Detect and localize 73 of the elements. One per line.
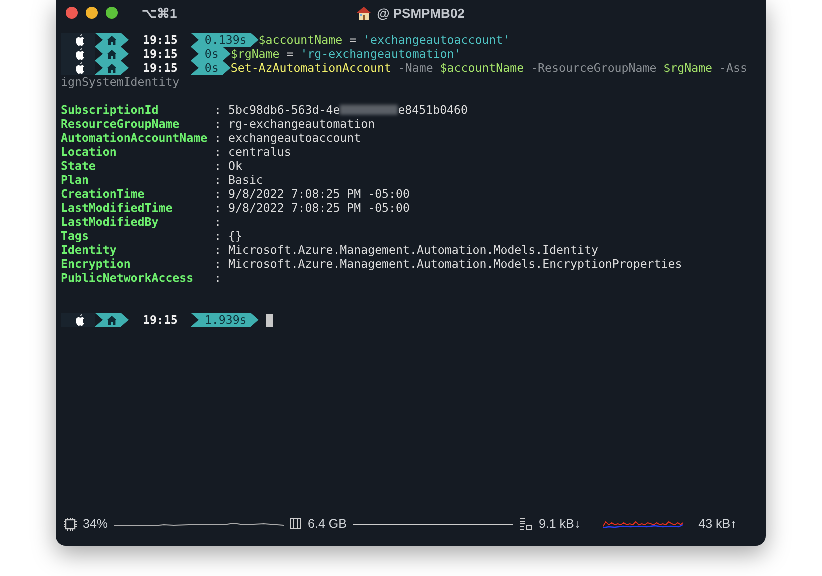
house-icon (357, 6, 372, 20)
apple-icon (75, 62, 85, 74)
property-name: State (61, 159, 97, 173)
property-name: Tags (61, 229, 90, 243)
property-colon: : (214, 243, 222, 257)
property-colon: : (214, 159, 222, 173)
home-icon (107, 316, 117, 324)
property-colon: : (214, 117, 222, 131)
property-name: CreationTime (61, 187, 146, 201)
apple-icon (75, 34, 85, 46)
property-value: centralus (228, 145, 292, 159)
minimize-button[interactable] (86, 7, 98, 19)
property-value: 9/8/2022 7:08:25 PM -05:00 (228, 187, 410, 201)
text-cursor (266, 314, 273, 326)
property-value: Basic (228, 173, 264, 187)
property-name: ResourceGroupName (61, 117, 181, 131)
cpu-usage: 34% (83, 517, 108, 531)
property-colon: : (214, 173, 222, 187)
network-icon (518, 518, 533, 530)
property-name: SubscriptionId (61, 103, 160, 117)
property-name: AutomationAccountName (61, 131, 209, 145)
property-value: exchangeautoaccount (228, 131, 362, 145)
redacted-text-block (340, 105, 398, 115)
zoom-button[interactable] (106, 7, 118, 19)
property-value: Microsoft.Azure.Management.Automation.Models.Identity (228, 243, 598, 257)
property-colon: : (214, 103, 222, 117)
prompt-time: 19:15 (142, 61, 179, 75)
tab-shortcut: ⌥⌘1 (142, 6, 178, 20)
property-colon: : (214, 145, 222, 159)
property-value: {} (228, 229, 242, 243)
property-value: rg-exchangeautomation (228, 117, 376, 131)
property-name: Identity (61, 243, 118, 257)
property-colon: : (214, 229, 222, 243)
apple-icon (75, 48, 85, 60)
duration-segment: 0s (190, 61, 231, 75)
command-text: $accountName = 'exchangeautoaccount' (258, 33, 510, 47)
property-value: 5bc98db6-563d-4e (228, 103, 340, 117)
memory-usage: 6.4 GB (308, 517, 347, 531)
property-value: Ok (228, 159, 242, 173)
command-text: Set-AzAutomationAccount -Name $accountName -ResourceGroupName $rgName -Ass (230, 61, 748, 75)
duration-segment: 0.139s (190, 33, 259, 47)
property-colon: : (214, 131, 222, 145)
property-value: Microsoft.Azure.Management.Automation.Models.EncryptionProperties (228, 257, 682, 271)
command-text: $rgName = 'rg-exchangeautomation' (230, 47, 462, 61)
property-value: e8451b0460 (398, 103, 468, 117)
property-name: Plan (61, 173, 90, 187)
prompt-time: 19:15 (142, 33, 179, 47)
apple-icon (75, 314, 85, 326)
download-rate: 9.1 kB↓ (538, 517, 581, 531)
property-colon: : (214, 215, 222, 229)
property-name: LastModifiedBy (61, 215, 160, 229)
command-text: ignSystemIdentity (61, 75, 180, 89)
property-colon: : (214, 187, 222, 201)
property-colon: : (214, 257, 222, 271)
duration-segment: 0s (190, 47, 231, 61)
home-icon (107, 50, 117, 58)
property-name: PublicNetworkAccess (61, 271, 195, 285)
upload-rate: 43 kB↑ (698, 517, 737, 531)
duration-segment: 1.939s (190, 313, 259, 327)
close-button[interactable] (66, 7, 78, 19)
property-value: 9/8/2022 7:08:25 PM -05:00 (228, 201, 410, 215)
home-icon (107, 36, 117, 44)
cpu-icon (64, 518, 77, 530)
window-title: @ PSMPMB02 (377, 6, 465, 20)
property-name: Encryption (61, 257, 132, 271)
property-name: Location (61, 145, 118, 159)
prompt-time: 19:15 (142, 47, 179, 61)
home-icon (107, 64, 117, 72)
property-colon: : (214, 201, 222, 215)
property-colon: : (214, 271, 222, 285)
memory-icon (290, 518, 302, 530)
prompt-time: 19:15 (142, 313, 179, 327)
property-name: LastModifiedTime (61, 201, 174, 215)
